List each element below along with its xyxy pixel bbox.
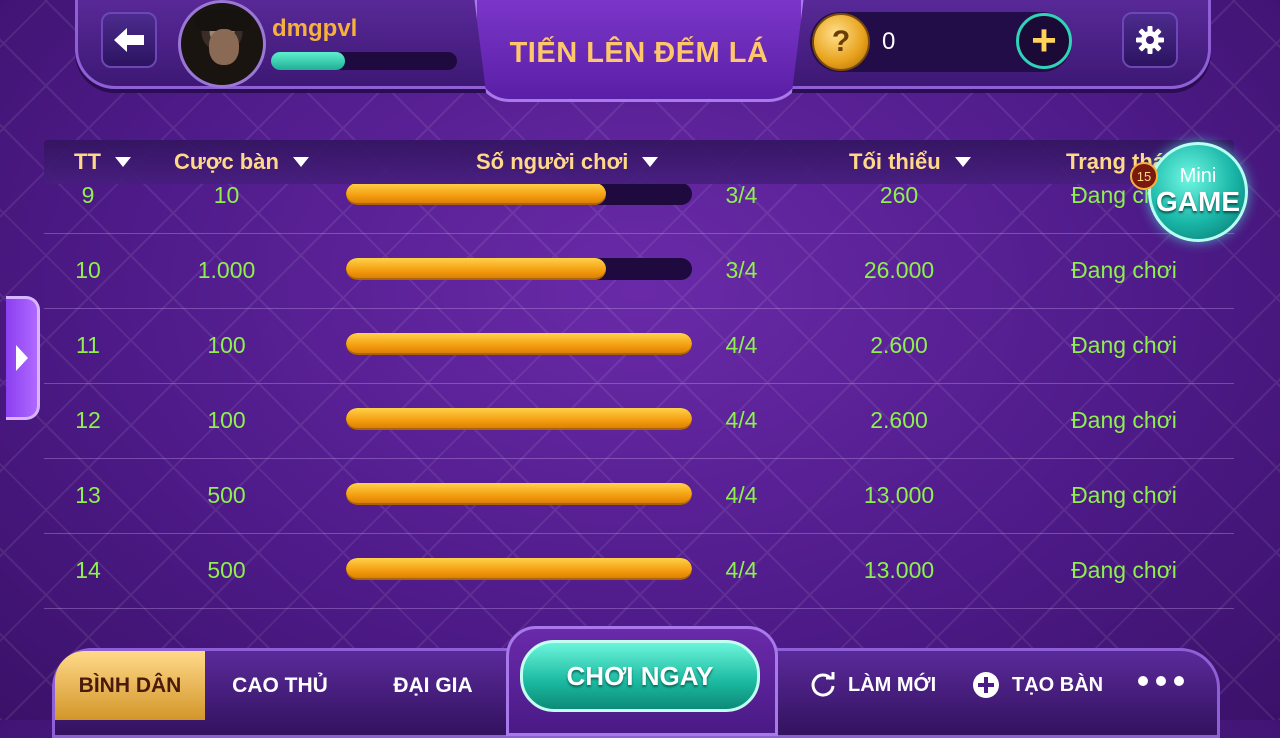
players-progress-bar: [346, 483, 692, 505]
mini-game-badge: 15: [1130, 162, 1158, 190]
players-progress-bar: [346, 558, 692, 580]
row-minimum: 13.000: [863, 482, 935, 508]
tab-binh-dan[interactable]: BÌNH DÂN: [55, 651, 205, 720]
column-header-tt[interactable]: TT: [74, 140, 131, 184]
create-table-label: TẠO BÀN: [1012, 673, 1104, 696]
row-players: 4/4: [725, 332, 758, 358]
avatar[interactable]: [178, 0, 266, 88]
row-number: 9: [81, 184, 95, 208]
table-row[interactable]: 14 500 4/4 13.000 Đang chơi: [44, 533, 1234, 609]
chevron-right-icon: [15, 345, 28, 371]
refresh-icon: [811, 672, 835, 697]
mini-game-label-top: Mini: [1179, 164, 1217, 187]
add-coins-button[interactable]: +: [1016, 13, 1072, 69]
row-players: 4/4: [725, 407, 758, 433]
row-players: 4/4: [725, 557, 758, 583]
refresh-label: LÀM MỚI: [848, 673, 937, 696]
row-status: Đang chơi: [1071, 332, 1177, 358]
row-status: Đang chơi: [1071, 407, 1177, 433]
players-progress-bar: [346, 333, 692, 355]
create-table-button[interactable]: TẠO BÀN: [972, 660, 1103, 710]
row-status: Đang chơi: [1071, 482, 1177, 508]
side-drawer-toggle[interactable]: [6, 296, 40, 420]
more-options-button[interactable]: [1138, 676, 1184, 686]
sort-caret-icon: [292, 157, 309, 167]
page-title: TIẾN LÊN ĐẾM LÁ: [509, 36, 769, 69]
sort-caret-icon: [954, 157, 971, 167]
players-progress-bar: [346, 258, 692, 280]
table-header: TT Cược bàn Số người chơi Tối thiểu Trạn…: [44, 140, 1234, 184]
coin-balance: 0: [882, 28, 896, 55]
play-now-button[interactable]: CHƠI NGAY: [520, 640, 760, 712]
table-row[interactable]: 10 1.000 3/4 26.000 Đang chơi: [44, 233, 1234, 309]
row-status: Đang chơi: [1071, 257, 1177, 283]
row-bet: 1.000: [197, 257, 256, 283]
row-bet: 500: [207, 482, 246, 508]
page-title-plate: TIẾN LÊN ĐẾM LÁ: [474, 0, 804, 102]
row-number: 14: [75, 557, 101, 583]
table-row[interactable]: 13 500 4/4 13.000 Đang chơi: [44, 458, 1234, 534]
table-list: 9 10 3/4 260 Đang chơi 10 1.000 3/4 26.000 Đang c…: [44, 184, 1234, 609]
plus-icon: +: [1031, 16, 1057, 65]
row-players: 3/4: [725, 184, 758, 208]
row-minimum: 2.600: [870, 332, 928, 358]
row-number: 10: [75, 257, 101, 283]
refresh-button[interactable]: LÀM MỚI: [810, 660, 936, 710]
row-number: 12: [75, 407, 101, 433]
mini-game-label-bottom: GAME: [1156, 185, 1240, 217]
row-bet: 10: [213, 184, 240, 208]
table-row[interactable]: 12 100 4/4 2.600 Đang chơi: [44, 383, 1234, 459]
row-number: 11: [76, 332, 100, 358]
gear-icon: [1136, 26, 1164, 54]
tab-cao-thu[interactable]: CAO THỦ: [205, 651, 355, 720]
sort-caret-icon: [642, 157, 659, 167]
column-header-players[interactable]: Số người chơi: [476, 140, 659, 184]
table-row[interactable]: 11 100 4/4 2.600 Đang chơi: [44, 308, 1234, 384]
row-bet: 100: [207, 332, 246, 358]
back-button[interactable]: [101, 12, 157, 68]
row-number: 13: [75, 482, 101, 508]
column-header-minimum[interactable]: Tối thiểu: [849, 140, 971, 184]
xp-progress-bar: [271, 52, 457, 70]
dot-icon: [1156, 676, 1166, 686]
row-minimum: 2.600: [870, 407, 928, 433]
table-row[interactable]: 9 10 3/4 260 Đang chơi: [44, 184, 1234, 234]
settings-button[interactable]: [1122, 12, 1178, 68]
dot-icon: [1138, 676, 1148, 686]
arrow-left-icon: [114, 28, 144, 52]
sort-caret-icon: [114, 157, 131, 167]
row-minimum: 13.000: [863, 557, 935, 583]
coin-icon: ?: [812, 13, 870, 71]
row-minimum: 26.000: [863, 257, 935, 283]
row-bet: 500: [207, 557, 246, 583]
players-progress-bar: [346, 408, 692, 430]
row-players: 4/4: [725, 482, 758, 508]
row-bet: 100: [207, 407, 246, 433]
players-progress-bar: [346, 184, 692, 205]
username: dmgpvl: [272, 15, 358, 42]
column-header-bet[interactable]: Cược bàn: [174, 140, 309, 184]
dot-icon: [1174, 676, 1184, 686]
row-status: Đang chơi: [1071, 557, 1177, 583]
row-minimum: 260: [879, 184, 919, 208]
plus-circle-icon: [973, 672, 999, 698]
tab-dai-gia[interactable]: ĐẠI GIA: [358, 651, 508, 720]
mini-game-button[interactable]: Mini GAME: [1148, 142, 1248, 242]
row-players: 3/4: [725, 257, 758, 283]
